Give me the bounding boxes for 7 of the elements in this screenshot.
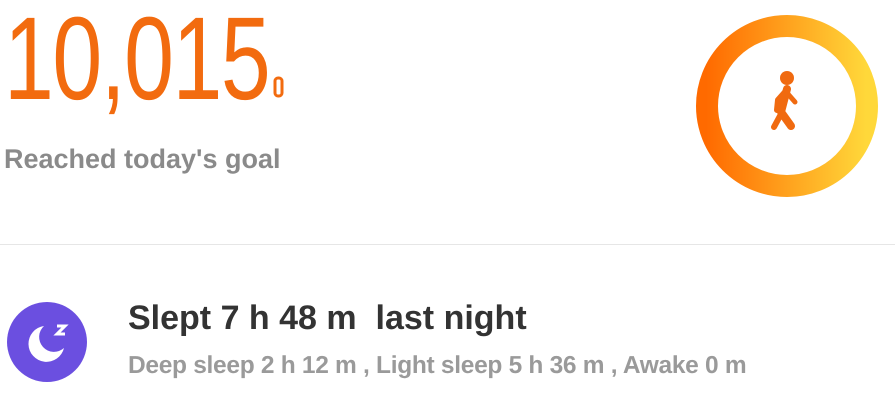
step-count: 10,015: [4, 0, 270, 118]
goal-status: Reached today's goal: [4, 144, 282, 175]
sleep-moon-icon: [6, 301, 88, 383]
sleep-summary: Slept 7 h 48 m last night: [128, 299, 528, 338]
band-icon: [272, 76, 284, 98]
sleep-breakdown: Deep sleep 2 h 12 m , Light sleep 5 h 36 m , Awake 0 m: [128, 352, 746, 380]
walking-icon: [771, 71, 798, 130]
